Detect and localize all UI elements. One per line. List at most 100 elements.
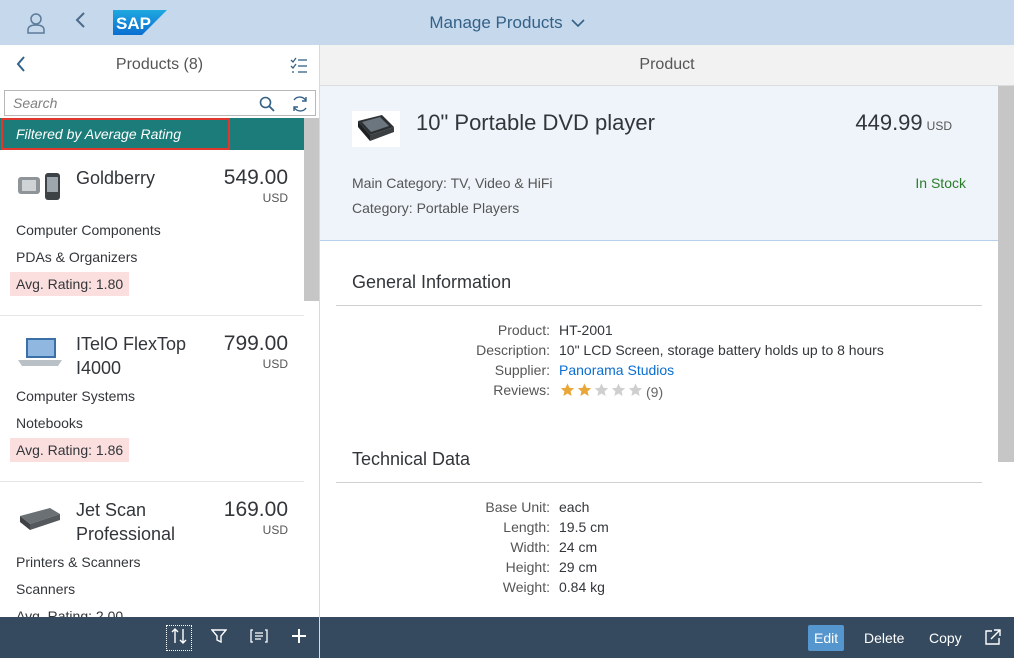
app-title: Manage Products [429,12,563,32]
reviews-row: Reviews: (9) [320,382,998,402]
general-info-title: General Information [352,272,512,292]
product-category: Printers & Scanners [16,554,141,570]
group-icon [250,628,268,648]
weight-row: Weight: 0.84 kg [320,579,998,599]
star-empty-icon [611,383,626,396]
supplier-row: Supplier: Panorama Studios [320,362,998,382]
star-empty-icon [594,383,609,396]
length-row: Length: 19.5 cm [320,519,998,539]
divider [336,482,982,483]
add-icon [291,628,307,649]
description-row: Description: 10" LCD Screen, storage bat… [320,342,998,362]
sort-button[interactable] [166,625,192,651]
product-name: Jet Scan Professional [76,500,176,544]
product-price: 549.00 [223,166,288,189]
product-list: Goldberry 549.00 USD Computer Components… [0,150,304,617]
detail-scrollbar[interactable] [998,86,1014,617]
scrollbar-thumb[interactable] [304,118,319,301]
star-empty-icon [628,383,643,396]
detail-header: Product [320,45,1014,86]
rating-indicator[interactable]: (9) [559,382,663,401]
product-subcategory: Scanners [16,581,76,597]
product-title: 10" Portable DVD player [416,110,655,135]
category: Category: Portable Players [352,200,520,216]
divider [336,305,982,306]
scrollbar-thumb[interactable] [998,86,1014,462]
product-thumbnail [16,168,64,204]
product-currency: USD [262,191,288,205]
master-footer-toolbar [0,617,319,658]
delete-button[interactable]: Delete [858,625,910,651]
copy-button[interactable]: Copy [923,625,968,651]
rating-badge: Avg. Rating: 1.86 [10,438,130,462]
filter-info-bar[interactable]: Filtered by Average Rating [0,118,304,150]
product-thumbnail [16,500,64,536]
field-value: 10" LCD Screen, storage battery holds up… [559,342,884,358]
detail-pane: Product 10" Portable DVD player 449.99 US… [320,45,1014,658]
field-label: Weight: [502,579,550,595]
price-value: 449.99 [855,110,923,135]
shell-bar: SAP Manage Products [0,0,1014,45]
group-button[interactable] [246,625,272,651]
edit-button[interactable]: Edit [808,625,845,651]
field-value: 24 cm [559,539,598,555]
star-filled-icon [577,383,592,396]
multi-select-icon[interactable] [287,55,311,77]
technical-data-title: Technical Data [352,449,471,469]
master-title: Products (8) [115,56,204,73]
detail-footer-toolbar: Edit Delete Copy [320,617,1014,658]
search-input[interactable] [5,91,251,115]
share-button[interactable] [980,625,1006,651]
refresh-icon[interactable] [288,94,310,114]
field-value: 19.5 cm [559,519,609,535]
list-item[interactable]: ITelO FlexTop I4000 799.00 USD Computer … [0,316,304,482]
field-label: Base Unit: [485,499,550,515]
width-row: Width: 24 cm [320,539,998,559]
field-value: 29 cm [559,559,598,575]
field-label: Reviews: [493,382,550,398]
product-price: 169.00 [223,498,288,521]
search-icon[interactable] [257,94,277,114]
field-label: Width: [510,539,550,555]
share-icon [984,628,1002,649]
master-pane: Products (8) Filtered by Average Rating … [0,45,320,658]
price-currency: USD [926,119,952,133]
master-scrollbar[interactable] [304,118,319,617]
star-filled-icon [560,383,575,396]
field-value: 0.84 kg [559,579,605,595]
product-name: Goldberry [76,168,156,188]
product-subcategory: Notebooks [16,415,83,431]
detail-title: Product [639,56,695,73]
object-header: 10" Portable DVD player 449.99 USD Main C… [320,86,998,241]
field-label: Supplier: [494,362,550,378]
rating-badge: Avg. Rating: 1.80 [10,272,130,296]
product-currency: USD [262,357,288,371]
product-price: 449.99 USD [855,110,952,136]
field-label: Length: [503,519,550,535]
list-item[interactable]: Jet Scan Professional 169.00 USD Printer… [0,482,304,617]
product-id-row: Product: HT-2001 [320,322,998,342]
app-title-menu[interactable]: Manage Products [0,0,1014,45]
product-category: Computer Systems [16,388,136,404]
rating-badge: Avg. Rating: 2.00 [16,608,124,617]
star-rating [559,382,644,401]
master-header: Products (8) [0,45,319,87]
add-button[interactable] [286,625,312,651]
product-thumbnail [352,111,400,147]
product-currency: USD [262,523,288,537]
field-label: Description: [476,342,550,358]
base-unit-row: Base Unit: each [320,499,998,519]
filter-icon [210,628,228,649]
list-item[interactable]: Goldberry 549.00 USD Computer Components… [0,150,304,316]
filter-button[interactable] [206,625,232,651]
field-value: HT-2001 [559,322,613,338]
product-thumbnail [16,334,64,370]
field-label: Product: [497,322,550,338]
product-subcategory: PDAs & Organizers [16,249,138,265]
supplier-link[interactable]: Panorama Studios [559,362,674,378]
sort-icon [170,627,188,650]
product-name: ITelO FlexTop I4000 [76,334,187,378]
field-label: Height: [505,559,550,575]
main-category: Main Category: TV, Video & HiFi [352,175,553,191]
review-count: (9) [646,383,664,400]
